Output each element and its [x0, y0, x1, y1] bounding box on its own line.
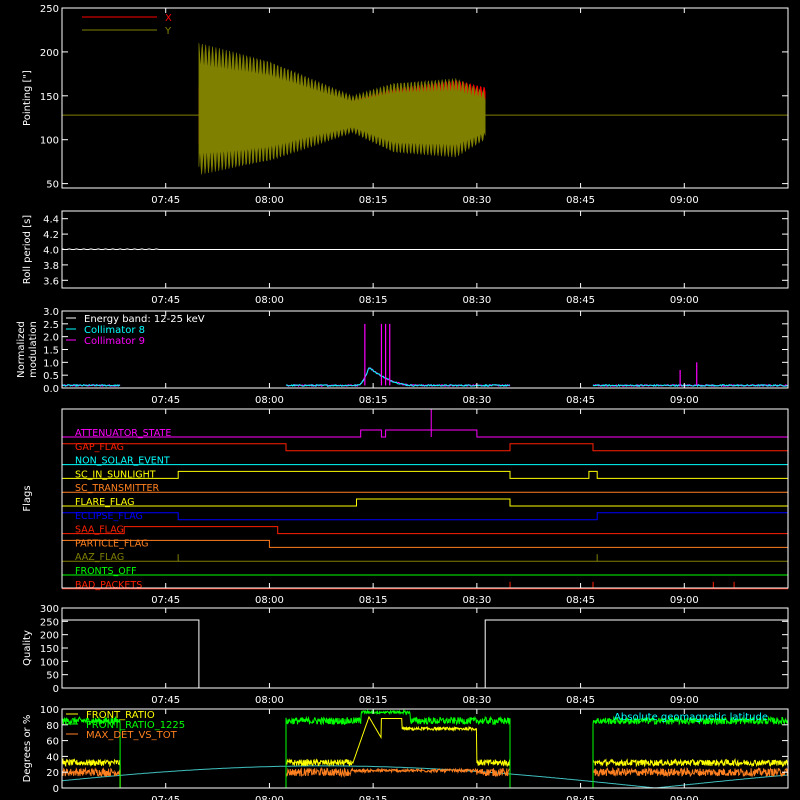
flag-label-eclipse-flag: ECLIPSE_FLAG — [75, 511, 143, 522]
quality-ytick-label-1: 50 — [46, 671, 59, 682]
roll-period-ytick-label-3: 4.2 — [43, 230, 59, 241]
roll-period-ytick-label-2: 4.0 — [43, 246, 59, 257]
modulation-xtick-label-0: 07:45 — [151, 395, 180, 406]
roll-period-xtick-label-1: 08:00 — [255, 295, 284, 306]
quality-ytick-label-5: 250 — [40, 617, 59, 628]
modulation-ytick-label-6: 3.0 — [43, 307, 59, 318]
roll-period-ytick-label-4: 4.4 — [43, 215, 59, 226]
front-ratio-xtick-label-5: 09:00 — [670, 795, 699, 800]
roll-period-ytick-label-0: 3.6 — [43, 276, 59, 287]
pointing-xtick-label-3: 08:30 — [462, 195, 491, 206]
front-ratio-ylabel: Degrees or % — [22, 715, 33, 783]
pointing-xtick-label-5: 09:00 — [670, 195, 699, 206]
flags-xtick-label-3: 08:30 — [462, 595, 491, 606]
quality-ytick-label-6: 300 — [40, 604, 59, 615]
modulation-ylabel-0: Normalized — [16, 321, 27, 378]
pointing-legend-label-1: Y — [164, 26, 172, 37]
flag-label-particle-flag: PARTICLE_FLAG — [75, 538, 148, 549]
pointing-legend-label-0: X — [165, 13, 172, 24]
pointing-ytick-label-0: 50 — [46, 180, 59, 191]
roll-period-xtick-label-2: 08:15 — [359, 295, 388, 306]
flag-label-gap-flag: GAP_FLAG — [75, 442, 124, 453]
flag-label-fronts-off: FRONTS_OFF — [75, 566, 137, 577]
flag-label-flare-flag: FLARE_FLAG — [75, 497, 135, 508]
front-ratio-xtick-label-2: 08:15 — [359, 795, 388, 800]
modulation-ytick-label-2: 1.0 — [43, 358, 59, 369]
modulation-ytick-label-0: 0.0 — [43, 384, 59, 395]
pointing-ytick-label-2: 150 — [40, 92, 59, 103]
front-ratio-ytick-label-4: 80 — [46, 721, 59, 732]
pointing-xtick-label-4: 08:45 — [566, 195, 595, 206]
modulation-ytick-label-1: 0.5 — [43, 371, 59, 382]
pointing-xtick-label-2: 08:15 — [359, 195, 388, 206]
front-ratio-ytick-label-0: 0 — [53, 784, 59, 795]
modulation-legend-label-1: Collimator 8 — [84, 325, 145, 336]
flags-xtick-label-5: 09:00 — [670, 595, 699, 606]
quality-ylabel: Quality — [22, 630, 33, 666]
front-ratio-ytick-label-3: 60 — [46, 737, 59, 748]
flag-label-saa-flag: SAA_FLAG — [75, 525, 124, 536]
flag-label-bad-packets: BAD_PACKETS — [75, 580, 142, 591]
multi-panel-figure: 07:45 08:00 08:15 08:30 08:45 09:00 50 100 150 20… — [0, 0, 800, 800]
front-ratio-xtick-label-0: 07:45 — [151, 795, 180, 800]
modulation-xtick-label-5: 09:00 — [670, 395, 699, 406]
flag-label-sc-in-sunlight: SC_IN_SUNLIGHT — [75, 469, 156, 480]
quality-xtick-label-5: 09:00 — [670, 695, 699, 706]
modulation-legend-label-0: Energy band: 12-25 keV — [84, 314, 205, 325]
modulation-xtick-label-1: 08:00 — [255, 395, 284, 406]
front-ratio-xtick-label-1: 08:00 — [255, 795, 284, 800]
flag-label-attenuator-state: ATTENUATOR_STATE — [75, 428, 171, 439]
flags-ylabel: Flags — [22, 485, 33, 511]
geomagnetic-latitude-label: Absolute geomagnetic latitude — [614, 712, 768, 723]
quality-xtick-label-1: 08:00 — [255, 695, 284, 706]
roll-period-xtick-label-5: 09:00 — [670, 295, 699, 306]
flags-xtick-label-0: 07:45 — [151, 595, 180, 606]
modulation-xtick-label-3: 08:30 — [462, 395, 491, 406]
roll-period-xtick-label-3: 08:30 — [462, 295, 491, 306]
modulation-ylabel-1: modulation — [28, 321, 39, 378]
front-ratio-ytick-label-5: 100 — [40, 705, 59, 716]
front-ratio-xtick-label-4: 08:45 — [566, 795, 595, 800]
pointing-ytick-label-1: 100 — [40, 136, 59, 147]
flag-label-non-solar-event: NON_SOLAR_EVENT — [75, 456, 170, 467]
pointing-xtick-label-0: 07:45 — [151, 195, 180, 206]
quality-ytick-label-2: 100 — [40, 657, 59, 668]
flags-xtick-label-2: 08:15 — [359, 595, 388, 606]
flag-label-aaz-flag: AAZ_FLAG — [75, 552, 124, 563]
quality-xtick-label-4: 08:45 — [566, 695, 595, 706]
flags-xtick-label-4: 08:45 — [566, 595, 595, 606]
roll-period-xtick-label-0: 07:45 — [151, 295, 180, 306]
roll-period-xtick-label-4: 08:45 — [566, 295, 595, 306]
modulation-ytick-label-3: 1.5 — [43, 346, 59, 357]
flags-xtick-label-1: 08:00 — [255, 595, 284, 606]
flag-label-sc-transmitter: SC_TRANSMITTER — [75, 483, 160, 494]
modulation-ytick-label-4: 2.0 — [43, 333, 59, 344]
front-ratio-xtick-label-3: 08:30 — [462, 795, 491, 800]
pointing-ytick-label-4: 250 — [40, 4, 59, 15]
front-ratio-ytick-label-1: 20 — [46, 768, 59, 779]
roll-period-ylabel: Roll period [s] — [22, 215, 33, 284]
quality-xtick-label-2: 08:15 — [359, 695, 388, 706]
pointing-ytick-label-3: 200 — [40, 48, 59, 59]
pointing-ylabel: Pointing ["] — [22, 70, 33, 126]
modulation-legend-label-2: Collimator 9 — [84, 336, 145, 347]
pointing-xtick-label-1: 08:00 — [255, 195, 284, 206]
quality-ytick-label-0: 0 — [53, 684, 59, 695]
quality-xtick-label-0: 07:45 — [151, 695, 180, 706]
modulation-ytick-label-5: 2.5 — [43, 320, 59, 331]
front-ratio-legend-label-2: MAX_DET_VS_TOT — [86, 730, 178, 741]
front-ratio-ytick-label-2: 40 — [46, 752, 59, 763]
quality-ytick-label-4: 200 — [40, 631, 59, 642]
roll-period-ytick-label-1: 3.8 — [43, 261, 59, 272]
quality-xtick-label-3: 08:30 — [462, 695, 491, 706]
modulation-xtick-label-4: 08:45 — [566, 395, 595, 406]
quality-ytick-label-3: 150 — [40, 644, 59, 655]
modulation-xtick-label-2: 08:15 — [359, 395, 388, 406]
